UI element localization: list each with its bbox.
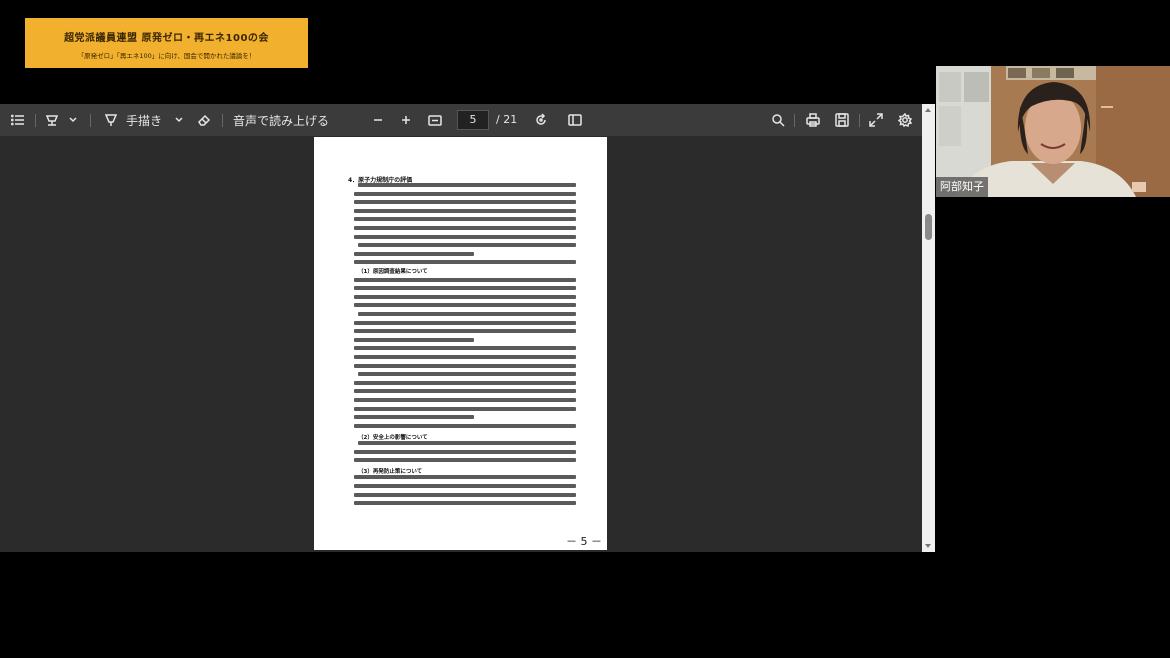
vertical-scrollbar[interactable] xyxy=(922,104,935,552)
search-icon[interactable] xyxy=(769,104,787,136)
text-line xyxy=(354,406,576,411)
settings-gear-icon[interactable] xyxy=(896,104,914,136)
scrollbar-thumb[interactable] xyxy=(925,214,932,240)
chevron-down-icon[interactable] xyxy=(66,104,80,136)
text-line xyxy=(354,389,576,394)
fit-page-icon[interactable] xyxy=(426,104,444,136)
fullscreen-icon[interactable] xyxy=(867,104,885,136)
page-view-icon[interactable] xyxy=(566,104,584,136)
text-line xyxy=(354,191,576,196)
text-line xyxy=(354,277,576,282)
page-footer: － 5 － xyxy=(566,535,602,548)
text-line xyxy=(354,200,576,205)
organizer-banner: 超党派議員連盟 原発ゼロ・再エネ100の会 「原発ゼロ」「再エネ100」に向け、… xyxy=(25,18,308,68)
text-line xyxy=(358,441,576,445)
text-line xyxy=(354,492,576,497)
text-line xyxy=(354,234,576,239)
scroll-up-icon[interactable] xyxy=(925,108,931,112)
draw-icon[interactable] xyxy=(101,104,121,136)
page-total: / 21 xyxy=(496,113,518,126)
text-line xyxy=(354,217,576,222)
read-aloud-button[interactable]: 音声で読み上げる xyxy=(233,104,329,136)
text-line xyxy=(354,415,474,420)
draw-button[interactable]: 手描き xyxy=(126,104,162,136)
text-line xyxy=(354,226,576,230)
text-line xyxy=(354,208,576,213)
text-line xyxy=(354,320,576,325)
text-line xyxy=(358,183,576,187)
text-line xyxy=(354,337,474,342)
subheading-2: （2）安全上の影響について xyxy=(358,435,428,441)
text-line xyxy=(354,355,576,359)
text-line xyxy=(354,346,576,351)
subheading-1: （1）原因調査結果について xyxy=(358,269,428,275)
banner-subtitle: 「原発ゼロ」「再エネ100」に向け、国会で開かれた議論を！ xyxy=(77,52,256,60)
text-line xyxy=(354,294,576,299)
eraser-icon[interactable] xyxy=(194,104,214,136)
read-aloud-label: 音声で読み上げる xyxy=(233,113,330,128)
text-line xyxy=(354,251,474,256)
text-line xyxy=(354,380,576,385)
rotate-icon[interactable] xyxy=(532,104,550,136)
page-number-input[interactable]: 5 xyxy=(457,110,489,130)
text-line xyxy=(354,286,576,291)
zoom-out-icon[interactable] xyxy=(370,104,386,136)
text-line xyxy=(354,475,576,480)
text-line xyxy=(354,329,576,334)
save-icon[interactable] xyxy=(833,104,851,136)
text-line xyxy=(354,303,576,308)
contents-icon[interactable] xyxy=(8,104,28,136)
print-icon[interactable] xyxy=(804,104,822,136)
subheading-3: （3）再発防止策について xyxy=(358,469,423,475)
text-line xyxy=(354,363,576,368)
highlight-icon[interactable] xyxy=(42,104,62,136)
text-line xyxy=(354,484,576,488)
text-line xyxy=(358,243,576,248)
draw-label: 手描き xyxy=(126,113,163,128)
text-line xyxy=(354,458,576,463)
scroll-down-icon[interactable] xyxy=(925,544,931,548)
text-line xyxy=(354,398,576,402)
chevron-down-icon[interactable] xyxy=(172,104,186,136)
pdf-toolbar: 手描き 音声で読み上げる 5 / 21 xyxy=(0,104,922,136)
text-line xyxy=(354,449,576,454)
text-line xyxy=(354,501,576,506)
text-line xyxy=(358,312,576,316)
text-line xyxy=(354,260,576,265)
document-page: 4．原子力規制庁の評価 （1）原因調査結果について （2）安全上の影響について … xyxy=(314,137,607,550)
text-line xyxy=(358,372,576,377)
banner-title: 超党派議員連盟 原発ゼロ・再エネ100の会 xyxy=(64,33,269,44)
zoom-in-icon[interactable] xyxy=(398,104,414,136)
text-line xyxy=(354,423,576,428)
participant-name: 阿部知子 xyxy=(936,177,988,197)
